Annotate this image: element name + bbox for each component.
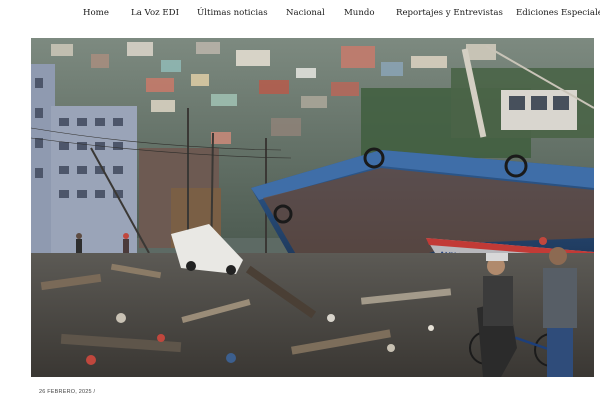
- article-featured-image[interactable]: AUX-DON BEVIN: [31, 38, 594, 377]
- nav-item-ediciones-especiales[interactable]: Ediciones Especiales: [516, 8, 600, 18]
- nav-item-la-voz-edi[interactable]: La Voz EDI: [131, 8, 179, 18]
- nav-item-nacional[interactable]: Nacional: [286, 8, 325, 18]
- nav-item-ultimas-noticias[interactable]: Últimas noticias: [197, 8, 268, 18]
- apartment-building: [51, 106, 137, 256]
- tsunami-aftermath-photo: AUX-DON BEVIN: [31, 38, 594, 377]
- main-navigation: Home La Voz EDI Últimas noticias Naciona…: [0, 0, 600, 28]
- nav-menu: Home La Voz EDI Últimas noticias Naciona…: [0, 0, 600, 28]
- nav-item-mundo[interactable]: Mundo: [344, 8, 375, 18]
- nav-item-reportajes-y-entrevistas[interactable]: Reportajes y Entrevistas: [396, 8, 503, 18]
- nav-item-home[interactable]: Home: [83, 8, 109, 18]
- article-date: 26 FEBRERO, 2025 /: [39, 389, 96, 395]
